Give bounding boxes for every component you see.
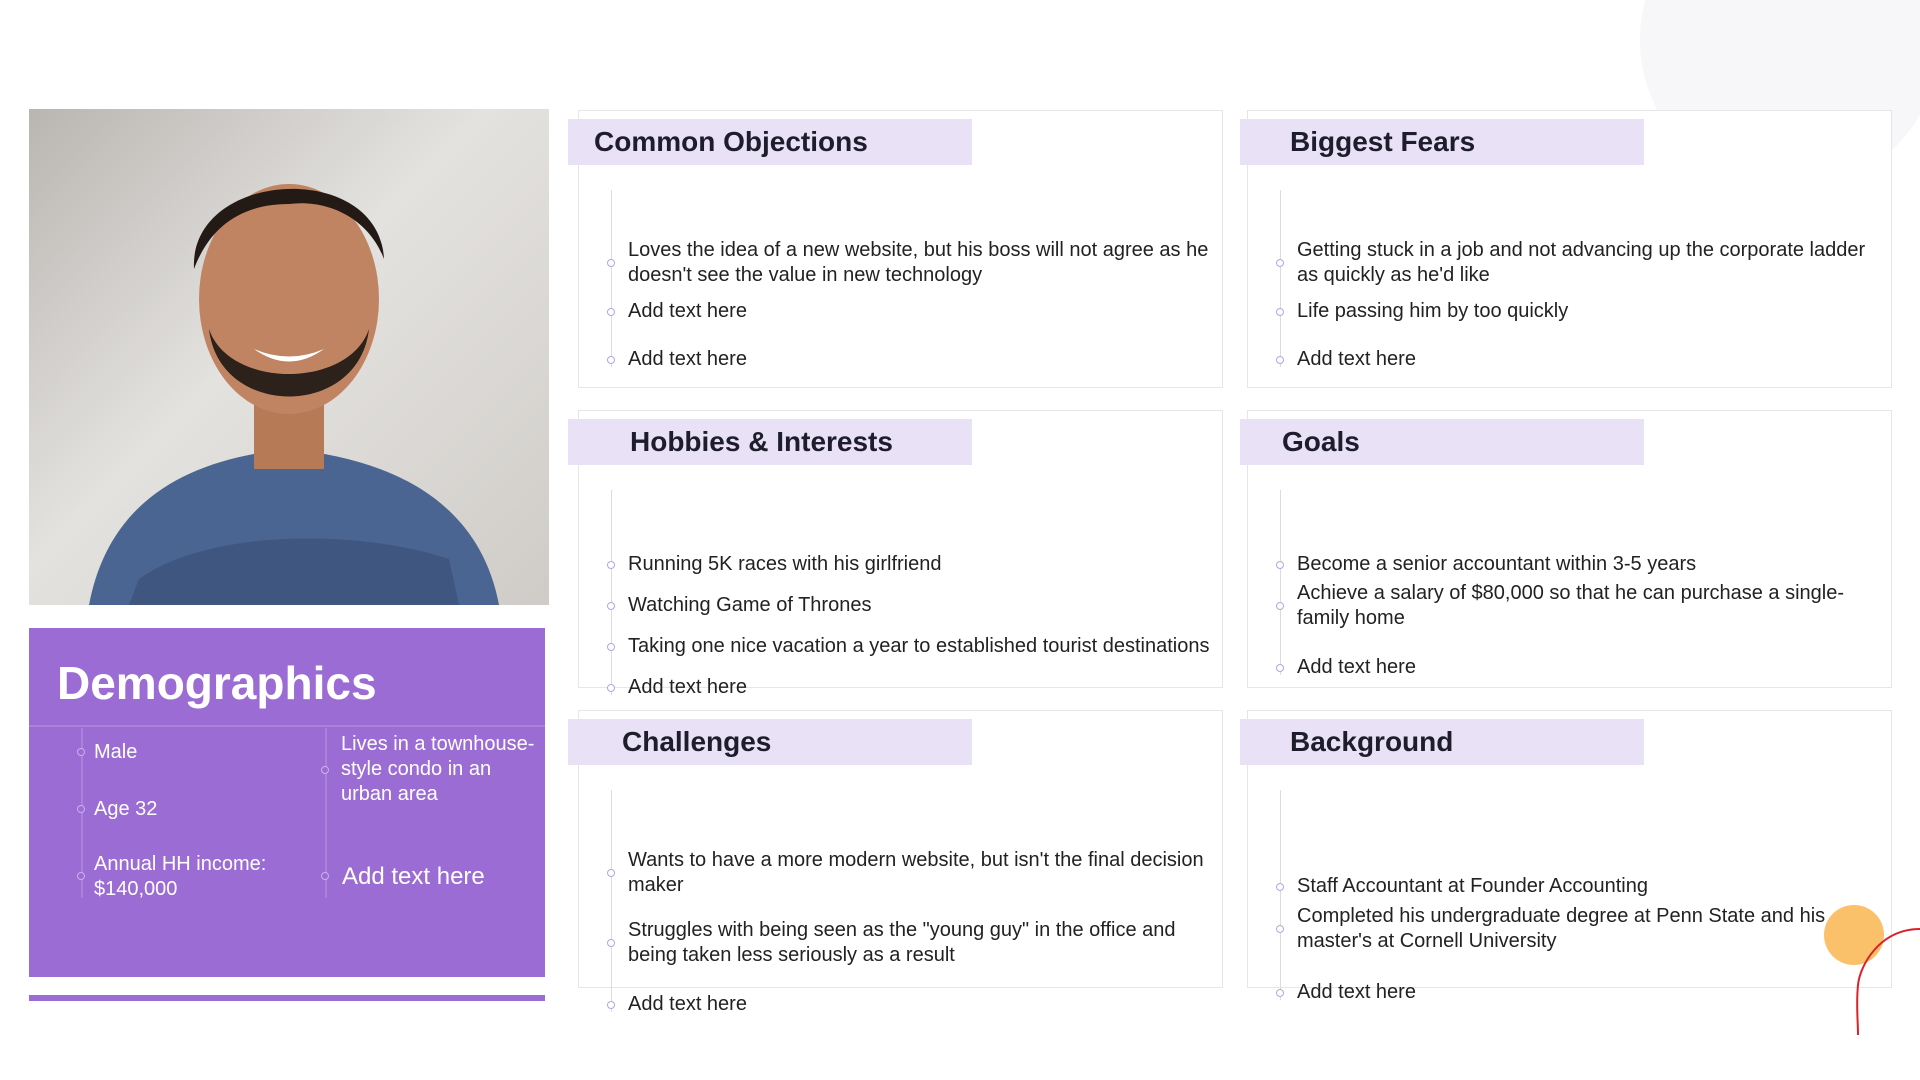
- list-item-text: Achieve a salary of $80,000 so that he c…: [1297, 582, 1845, 629]
- list-item[interactable]: Add text here: [1276, 980, 1881, 1005]
- bullet-icon: [607, 1001, 615, 1009]
- list-item-text: Struggles with being seen as the "young …: [628, 919, 1176, 966]
- list-item[interactable]: Add text here: [607, 675, 1212, 700]
- demo-item-placeholder[interactable]: Add text here: [342, 864, 485, 889]
- persona-photo: [29, 109, 549, 605]
- list-item-text: Add text here: [628, 993, 747, 1015]
- bullet-icon: [607, 259, 615, 267]
- bullet-icon: [321, 766, 329, 774]
- bullet-icon: [77, 872, 85, 880]
- list-item[interactable]: Achieve a salary of $80,000 so that he c…: [1276, 581, 1881, 631]
- list-item-text: Staff Accountant at Founder Accounting: [1297, 875, 1648, 897]
- decorative-red-arc: [1856, 928, 1920, 1035]
- demographics-panel: Demographics Male Age 32 Annual HH incom…: [29, 628, 545, 977]
- bullet-icon: [607, 561, 615, 569]
- card-title: Challenges: [622, 726, 772, 757]
- divider: [29, 725, 545, 727]
- card-header-goals: Goals: [1240, 419, 1644, 465]
- bullet-icon: [1276, 664, 1284, 672]
- bullet-icon: [1276, 561, 1284, 569]
- card-title: Background: [1290, 726, 1454, 757]
- bullet-icon: [1276, 925, 1284, 933]
- bullet-icon: [607, 356, 615, 364]
- list-item-text: Loves the idea of a new website, but his…: [628, 239, 1209, 286]
- card-header-fears: Biggest Fears: [1240, 119, 1644, 165]
- list-item[interactable]: Wants to have a more modern website, but…: [607, 848, 1212, 898]
- card-header-hobbies: Hobbies & Interests: [568, 419, 972, 465]
- card-title: Common Objections: [594, 126, 868, 157]
- list-item-text: Become a senior accountant within 3-5 ye…: [1297, 553, 1697, 575]
- bullet-icon: [321, 872, 329, 880]
- list-item[interactable]: Life passing him by too quickly: [1276, 299, 1881, 324]
- bullet-icon: [607, 939, 615, 947]
- bullet-icon: [607, 643, 615, 651]
- list-item-text: Add text here: [628, 300, 747, 322]
- list-item-text: Running 5K races with his girlfriend: [628, 553, 942, 575]
- bullet-icon: [607, 684, 615, 692]
- bullet-icon: [1276, 989, 1284, 997]
- list-item-text: Wants to have a more modern website, but…: [628, 849, 1204, 896]
- bullet-icon: [1276, 356, 1284, 364]
- card-list: Running 5K races with his girlfriend Watc…: [607, 490, 1209, 698]
- list-item[interactable]: Loves the idea of a new website, but his…: [607, 238, 1212, 288]
- card-list: Wants to have a more modern website, but…: [607, 790, 1204, 1015]
- bullet-icon: [1276, 259, 1284, 267]
- card-list: Getting stuck in a job and not advancing…: [1276, 190, 1865, 370]
- bullet-icon: [607, 602, 615, 610]
- list-item-text: Add text here: [628, 676, 747, 698]
- list-item[interactable]: Getting stuck in a job and not advancing…: [1276, 238, 1881, 288]
- demo-item-housing: Lives in a townhouse-style condo in an u…: [341, 733, 535, 805]
- card-header-objections: Common Objections: [568, 119, 972, 165]
- card-title: Goals: [1282, 426, 1360, 457]
- list-item[interactable]: Completed his undergraduate degree at Pe…: [1276, 904, 1881, 954]
- demo-item-income: Annual HH income: $140,000: [94, 853, 267, 900]
- list-item[interactable]: Add text here: [1276, 655, 1881, 680]
- list-item-text: Completed his undergraduate degree at Pe…: [1297, 905, 1826, 952]
- demo-item-age: Age 32: [94, 798, 158, 820]
- card-title: Hobbies & Interests: [630, 426, 893, 457]
- list-item[interactable]: Staff Accountant at Founder Accounting: [1276, 874, 1881, 899]
- list-item-text: Getting stuck in a job and not advancing…: [1297, 239, 1866, 286]
- card-header-background: Background: [1240, 719, 1644, 765]
- bullet-icon: [607, 308, 615, 316]
- card-title: Biggest Fears: [1290, 126, 1476, 157]
- list-item[interactable]: Struggles with being seen as the "young …: [607, 918, 1212, 968]
- list-item[interactable]: Add text here: [607, 347, 1212, 372]
- bullet-icon: [1276, 308, 1284, 316]
- list-item-text: Life passing him by too quickly: [1297, 300, 1569, 322]
- card-list: Staff Accountant at Founder Accounting Co…: [1276, 790, 1825, 1003]
- card-list: Loves the idea of a new website, but his…: [607, 190, 1208, 370]
- list-item[interactable]: Become a senior accountant within 3-5 ye…: [1276, 552, 1881, 577]
- card-list: Become a senior accountant within 3-5 ye…: [1276, 490, 1844, 678]
- list-item[interactable]: Running 5K races with his girlfriend: [607, 552, 1212, 577]
- list-item[interactable]: Add text here: [1276, 347, 1881, 372]
- list-item-text: Watching Game of Thrones: [628, 594, 872, 616]
- bullet-icon: [1276, 883, 1284, 891]
- bullet-icon: [1276, 602, 1284, 610]
- card-header-challenges: Challenges: [568, 719, 972, 765]
- list-item[interactable]: Watching Game of Thrones: [607, 593, 1212, 618]
- list-item[interactable]: Add text here: [607, 299, 1212, 324]
- bullet-icon: [77, 805, 85, 813]
- bullet-icon: [77, 748, 85, 756]
- accent-bar: [29, 995, 545, 1001]
- demo-item-gender: Male: [94, 741, 138, 763]
- bullet-icon: [607, 869, 615, 877]
- list-item-text: Add text here: [1297, 656, 1416, 678]
- list-item-text: Add text here: [1297, 981, 1416, 1003]
- list-item-text: Add text here: [628, 348, 747, 370]
- demographics-title: Demographics: [57, 657, 377, 709]
- list-item[interactable]: Taking one nice vacation a year to estab…: [607, 634, 1212, 659]
- list-item-text: Taking one nice vacation a year to estab…: [628, 635, 1210, 657]
- list-item[interactable]: Add text here: [607, 992, 1212, 1017]
- list-item-text: Add text here: [1297, 348, 1416, 370]
